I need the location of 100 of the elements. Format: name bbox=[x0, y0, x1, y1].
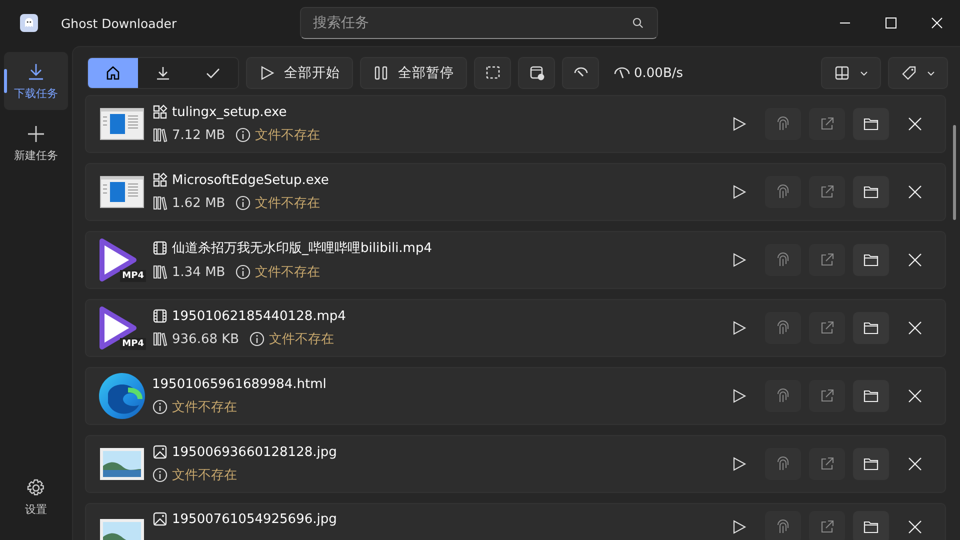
home-icon bbox=[105, 65, 121, 81]
fingerprint-icon bbox=[775, 320, 791, 336]
fingerprint-icon bbox=[775, 388, 791, 404]
window-file-icon bbox=[100, 108, 144, 140]
scrollbar[interactable] bbox=[953, 125, 956, 220]
window-title: Ghost Downloader bbox=[61, 16, 177, 30]
file-type-label: MP4 bbox=[120, 338, 146, 350]
info-icon bbox=[152, 467, 168, 483]
close-icon bbox=[931, 17, 943, 29]
info-icon bbox=[249, 331, 266, 347]
info-icon bbox=[152, 398, 168, 414]
image-icon bbox=[152, 511, 168, 527]
speed-limit-button[interactable] bbox=[562, 57, 599, 89]
info-icon bbox=[235, 127, 252, 143]
open-folder-button[interactable] bbox=[853, 244, 889, 276]
file-size: 936.68 KB bbox=[172, 332, 240, 346]
open-file-button[interactable] bbox=[809, 176, 845, 208]
select-button[interactable] bbox=[474, 57, 511, 89]
film-icon bbox=[152, 308, 168, 324]
open-folder-button[interactable] bbox=[853, 108, 889, 140]
settings-icon bbox=[26, 478, 46, 498]
external-link-icon bbox=[819, 456, 835, 472]
play-icon bbox=[731, 116, 747, 132]
file-name: MicrosoftEdgeSetup.exe bbox=[172, 172, 329, 188]
speedometer-icon bbox=[614, 65, 630, 81]
close-icon bbox=[907, 184, 923, 200]
open-folder-button[interactable] bbox=[853, 511, 889, 540]
open-file-button[interactable] bbox=[809, 448, 845, 480]
verify-button[interactable] bbox=[765, 448, 801, 480]
folder-icon bbox=[863, 388, 879, 404]
status-text: 文件不存在 bbox=[172, 467, 237, 484]
search-field[interactable]: 搜索任务 bbox=[300, 7, 658, 39]
file-name: 19500761054925696.jpg bbox=[172, 512, 337, 526]
selection-indicator bbox=[4, 69, 7, 93]
fingerprint-icon bbox=[775, 184, 791, 200]
close-icon bbox=[907, 456, 923, 472]
play-icon bbox=[731, 320, 747, 336]
open-folder-button[interactable] bbox=[853, 176, 889, 208]
file-size: 1.34 MB bbox=[172, 264, 226, 280]
file-size: 1.62 MB bbox=[172, 196, 226, 210]
start-all-button[interactable]: 全部开始 bbox=[246, 57, 353, 89]
app-icon bbox=[152, 104, 168, 120]
info-icon bbox=[235, 264, 252, 280]
info-icon bbox=[235, 195, 252, 211]
external-link-icon bbox=[819, 252, 835, 268]
maximize-icon bbox=[885, 17, 897, 29]
verify-button[interactable] bbox=[765, 244, 801, 276]
schedule-button[interactable] bbox=[518, 57, 555, 89]
folder-icon bbox=[863, 252, 879, 268]
file-size: 7.12 MB bbox=[172, 128, 226, 142]
verify-button[interactable] bbox=[765, 380, 801, 412]
open-file-button[interactable] bbox=[809, 108, 845, 140]
open-file-button[interactable] bbox=[809, 312, 845, 344]
status-text: 文件不存在 bbox=[255, 127, 320, 144]
pause-icon bbox=[373, 65, 389, 81]
play-icon bbox=[731, 252, 747, 268]
window-file-icon bbox=[100, 176, 144, 208]
fingerprint-icon bbox=[775, 252, 791, 268]
pause-all-button[interactable]: 全部暂停 bbox=[360, 57, 467, 89]
play-icon bbox=[259, 65, 275, 81]
external-link-icon bbox=[819, 320, 835, 336]
plus-icon bbox=[26, 124, 46, 144]
external-link-icon bbox=[819, 388, 835, 404]
folder-icon bbox=[863, 116, 879, 132]
sidebar-item[interactable]: 新建任务 bbox=[4, 114, 68, 172]
file-name: 19500693660128128.jpg bbox=[172, 444, 337, 460]
verify-button[interactable] bbox=[765, 511, 801, 540]
verify-button[interactable] bbox=[765, 176, 801, 208]
fingerprint-icon bbox=[775, 456, 791, 472]
play-icon bbox=[731, 388, 747, 404]
layout-dropdown[interactable] bbox=[821, 57, 881, 89]
external-link-icon bbox=[819, 519, 835, 535]
file-name: 19501062185440128.mp4 bbox=[172, 308, 346, 324]
open-file-button[interactable] bbox=[809, 380, 845, 412]
app-icon bbox=[152, 172, 168, 188]
search-icon[interactable] bbox=[632, 17, 644, 29]
play-icon bbox=[731, 456, 747, 472]
tag-dropdown[interactable] bbox=[888, 57, 948, 89]
verify-button[interactable] bbox=[765, 108, 801, 140]
play-icon bbox=[731, 184, 747, 200]
close-icon bbox=[907, 252, 923, 268]
open-file-button[interactable] bbox=[809, 244, 845, 276]
filter-tab[interactable] bbox=[88, 58, 138, 88]
browser-logo-icon bbox=[98, 372, 146, 420]
folder-icon bbox=[863, 320, 879, 336]
image-icon bbox=[152, 444, 168, 460]
grid-layout-icon bbox=[834, 65, 850, 81]
close-icon bbox=[907, 519, 923, 535]
settings-item[interactable]: 设置 bbox=[4, 468, 68, 526]
open-folder-button[interactable] bbox=[853, 380, 889, 412]
sidebar-item[interactable]: 下载任务 bbox=[4, 52, 68, 110]
open-file-button[interactable] bbox=[809, 511, 845, 540]
close-icon bbox=[907, 320, 923, 336]
library-icon bbox=[152, 264, 168, 280]
open-folder-button[interactable] bbox=[853, 312, 889, 344]
verify-button[interactable] bbox=[765, 312, 801, 344]
close-icon bbox=[907, 116, 923, 132]
open-folder-button[interactable] bbox=[853, 448, 889, 480]
download-icon bbox=[26, 62, 46, 82]
close-icon bbox=[907, 388, 923, 404]
